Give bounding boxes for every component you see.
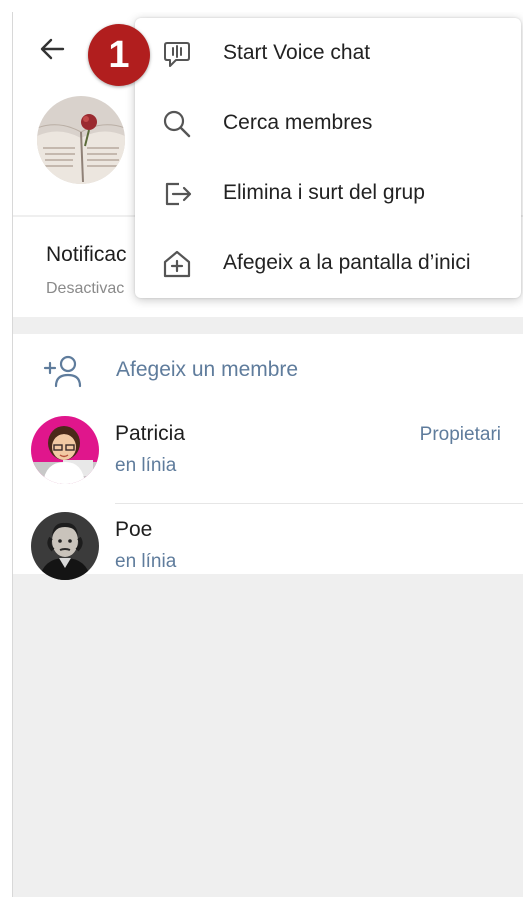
leave-group-icon: [165, 182, 192, 206]
member-name: Poe: [115, 518, 153, 541]
menu-item-start-voice-chat[interactable]: Start Voice chat: [135, 18, 521, 88]
add-user-icon: [43, 355, 82, 388]
member-row-patricia[interactable]: Patricia en línia Propietari: [13, 408, 523, 492]
member-row-poe[interactable]: Poe en línia: [13, 504, 523, 588]
avatar: [31, 512, 99, 580]
group-avatar[interactable]: [37, 96, 125, 184]
member-status: en línia: [115, 455, 177, 476]
overflow-menu: Start Voice chat Cerca membres Elimina i…: [135, 18, 521, 298]
menu-item-label: Start Voice chat: [223, 41, 371, 64]
search-icon: [163, 110, 191, 138]
add-member-button[interactable]: Afegeix un membre: [13, 334, 523, 406]
member-name: Patricia: [115, 422, 186, 445]
menu-item-add-to-home[interactable]: Afegeix a la pantalla d’inici: [135, 228, 521, 298]
voice-chat-icon: [164, 42, 190, 67]
add-to-home-icon: [163, 250, 191, 278]
members-section: Afegeix un membre Patricia en línia Prop…: [13, 334, 523, 580]
menu-item-leave-group[interactable]: Elimina i surt del grup: [135, 158, 521, 228]
member-status: en línia: [115, 551, 177, 572]
group-info-screen: Notificac Desactivac Afegeix un membre P…: [12, 12, 523, 897]
menu-item-label: Cerca membres: [223, 111, 373, 134]
back-arrow-icon[interactable]: [37, 34, 67, 64]
add-member-label: Afegeix un membre: [116, 358, 299, 381]
step-number-badge: 1: [88, 24, 150, 86]
member-role-badge: Propietari: [419, 424, 501, 445]
menu-item-search-members[interactable]: Cerca membres: [135, 88, 521, 158]
notifications-subtitle: Desactivac: [46, 280, 125, 297]
menu-item-label: Afegeix a la pantalla d’inici: [223, 251, 471, 274]
avatar: [31, 416, 99, 484]
menu-item-label: Elimina i surt del grup: [223, 181, 425, 204]
notifications-title: Notificac: [46, 243, 127, 266]
